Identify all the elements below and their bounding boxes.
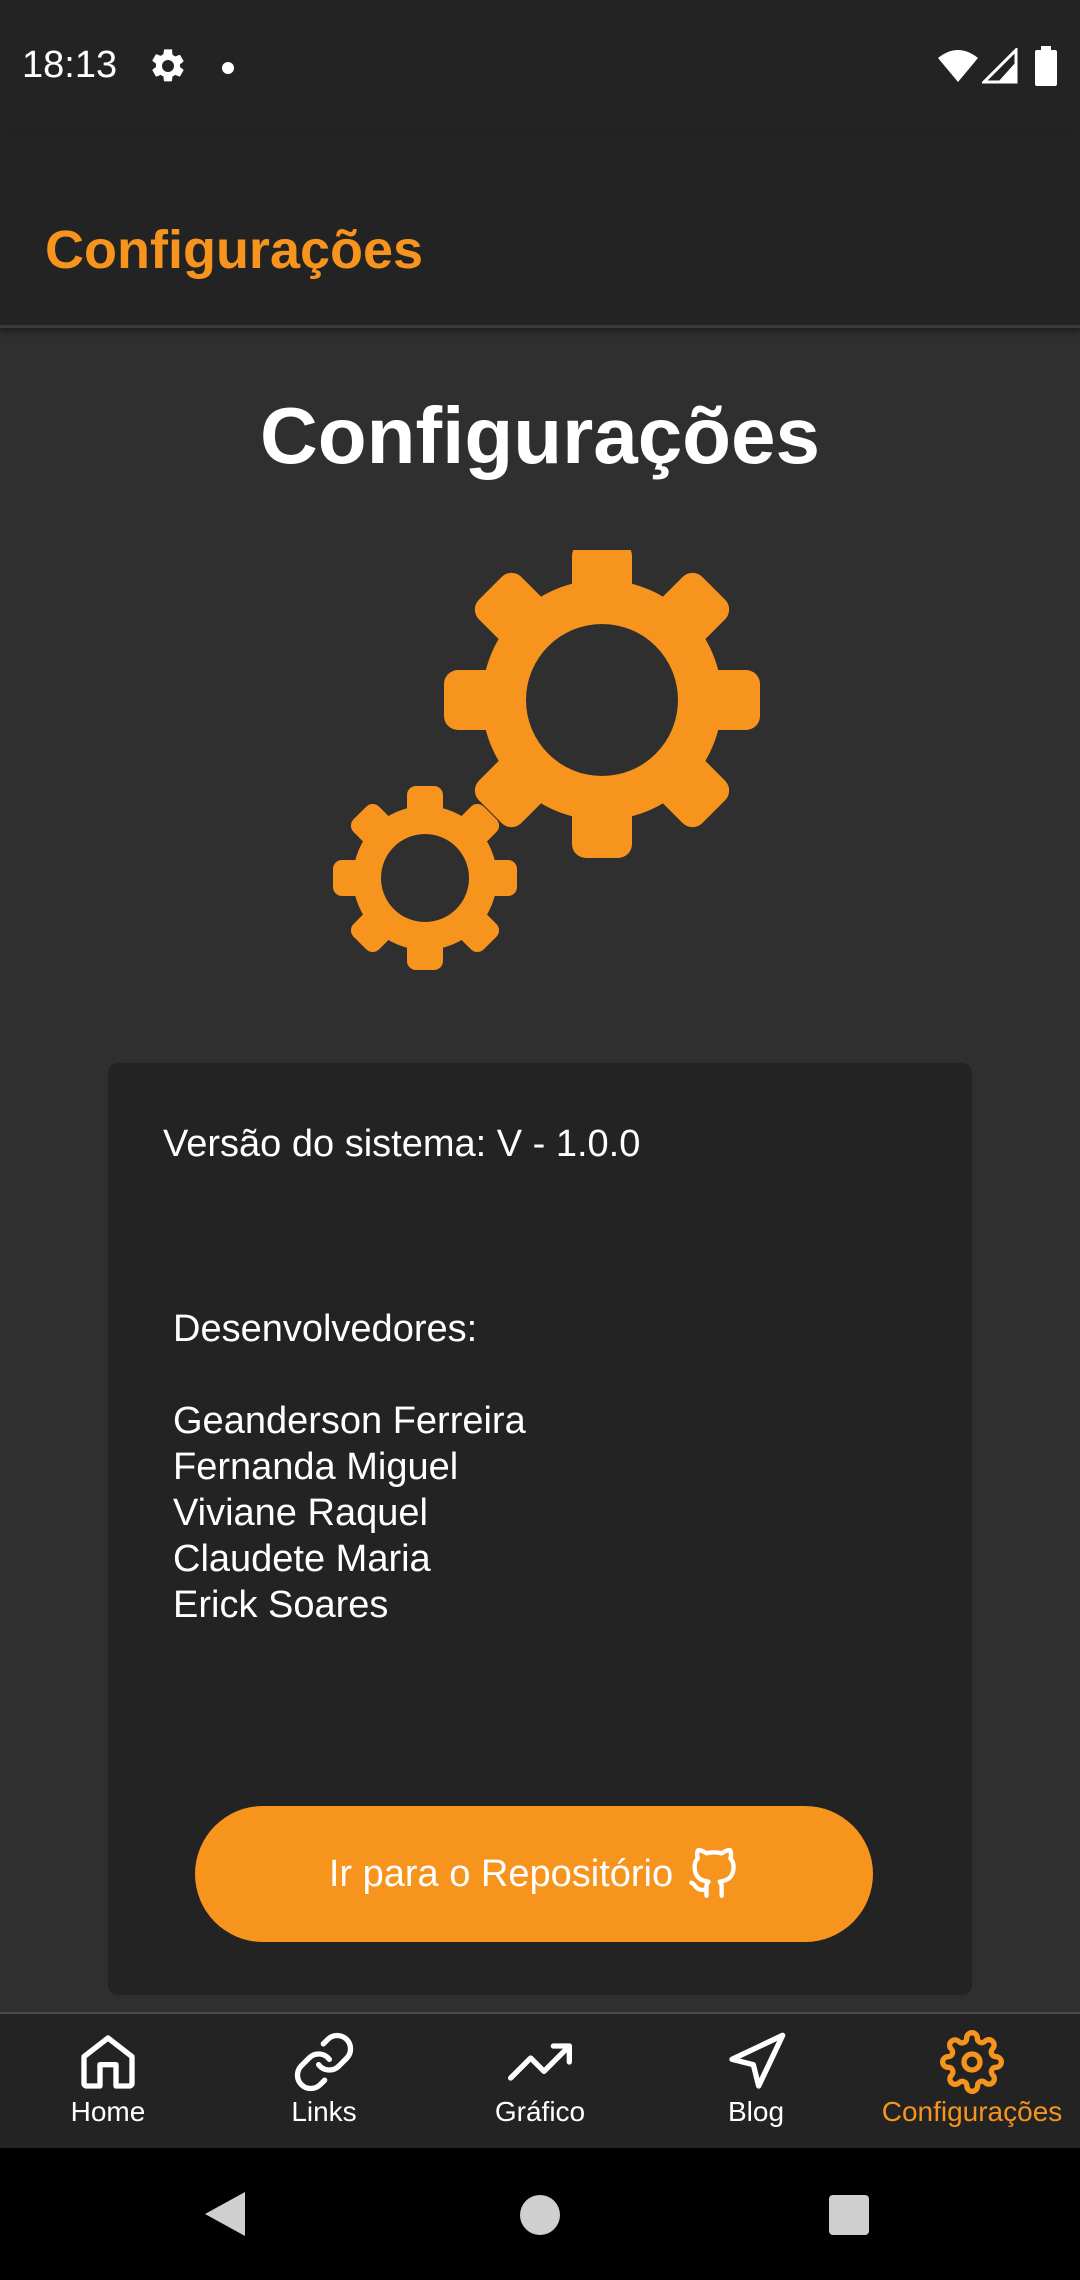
status-time: 18:13 (22, 44, 118, 86)
repository-button[interactable]: Ir para o Repositório (195, 1806, 873, 1942)
nav-label: Gráfico (494, 2096, 586, 2127)
nav-item-home[interactable]: Home (0, 2014, 216, 2150)
system-version: Versão do sistema: V - 1.0.0 (163, 1123, 641, 1165)
status-bar: 18:13 (0, 0, 1080, 135)
home-button-icon[interactable] (520, 2195, 560, 2235)
settings-icon (940, 2030, 1004, 2094)
info-card: Versão do sistema: V - 1.0.0 Desenvolved… (108, 1063, 972, 1995)
nav-label: Blog (727, 2096, 785, 2127)
wifi-icon (938, 50, 978, 82)
nav-item-links[interactable]: Links (216, 2014, 432, 2150)
nav-item-grafico[interactable]: Gráfico (432, 2014, 648, 2150)
trending-up-icon (508, 2043, 572, 2081)
nav-label: Home (70, 2096, 146, 2127)
page-title: Configurações (259, 391, 821, 480)
developers-title: Desenvolvedores: (173, 1308, 478, 1350)
nav-item-blog[interactable]: Blog (648, 2014, 864, 2150)
nav-item-configuracoes[interactable]: Configurações (864, 2014, 1080, 2150)
settings-icon (152, 49, 184, 82)
developers-list: Geanderson Ferreira Fernanda Miguel Vivi… (173, 1398, 526, 1628)
github-icon (689, 1847, 736, 1898)
app-bar: Configurações (0, 135, 1080, 328)
developer-name: Viviane Raquel (173, 1492, 428, 1534)
repository-button-label: Ir para o Repositório (328, 1852, 674, 1895)
nav-label: Links (291, 2096, 357, 2127)
battery-icon (1035, 46, 1057, 86)
developer-name: Fernanda Miguel (173, 1446, 459, 1488)
back-icon[interactable] (205, 2192, 245, 2236)
app-bar-title: Configurações (45, 220, 424, 280)
link-icon (294, 2032, 354, 2092)
developer-name: Erick Soares (173, 1584, 389, 1626)
notification-dot-icon (222, 62, 234, 74)
developer-name: Claudete Maria (173, 1538, 431, 1580)
bottom-navigation: Home Links Gráfico Blog Configurações (0, 2012, 1080, 2150)
signal-icon (982, 48, 1018, 84)
navigation-icon (729, 2032, 786, 2089)
gears-icon (333, 550, 760, 970)
developer-name: Geanderson Ferreira (173, 1400, 526, 1442)
home-icon (81, 2035, 135, 2089)
recent-apps-icon[interactable] (829, 2195, 869, 2235)
nav-label: Configurações (881, 2096, 1063, 2127)
